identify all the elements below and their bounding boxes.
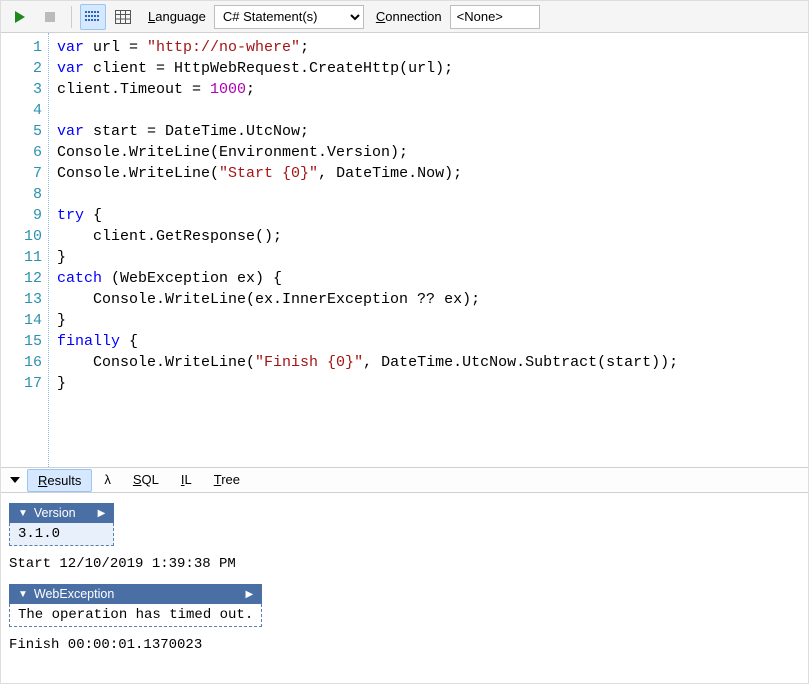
version-result-box[interactable]: ▼ Version ▶ 3.1.0	[9, 503, 114, 546]
exception-header[interactable]: ▼ WebException ▶	[9, 584, 262, 604]
connection-value: <None>	[457, 9, 503, 24]
line-number: 2	[11, 58, 42, 79]
results-tabs: ResultsλSQLILTree	[1, 467, 808, 493]
toolbar: Language C# Statement(s) Connection <Non…	[1, 1, 808, 33]
line-number: 13	[11, 289, 42, 310]
triangle-down-icon: ▼	[18, 589, 28, 600]
line-number-gutter: 1234567891011121314151617	[1, 33, 49, 467]
line-number: 16	[11, 352, 42, 373]
code-line[interactable]: catch (WebException ex) {	[57, 268, 800, 289]
exception-header-label: WebException	[34, 587, 114, 601]
tab-sql[interactable]: SQL	[123, 469, 169, 492]
connection-dropdown[interactable]: <None>	[450, 5, 540, 29]
tab-λ[interactable]: λ	[94, 469, 121, 492]
line-number: 5	[11, 121, 42, 142]
code-line[interactable]: var url = "http://no-where";	[57, 37, 800, 58]
code-line[interactable]: var start = DateTime.UtcNow;	[57, 121, 800, 142]
code-line[interactable]	[57, 100, 800, 121]
code-line[interactable]: Console.WriteLine("Finish {0}", DateTime…	[57, 352, 800, 373]
line-number: 7	[11, 163, 42, 184]
start-output-line: Start 12/10/2019 1:39:38 PM	[9, 556, 800, 572]
code-line[interactable]: client.Timeout = 1000;	[57, 79, 800, 100]
code-line[interactable]: Console.WriteLine(Environment.Version);	[57, 142, 800, 163]
run-button[interactable]	[7, 4, 33, 30]
code-line[interactable]: Console.WriteLine(ex.InnerException ?? e…	[57, 289, 800, 310]
code-line[interactable]: var client = HttpWebRequest.CreateHttp(u…	[57, 58, 800, 79]
code-line[interactable]: }	[57, 310, 800, 331]
code-line[interactable]: }	[57, 247, 800, 268]
toolbar-separator	[71, 6, 72, 28]
tab-il[interactable]: IL	[171, 469, 202, 492]
results-rich-view-button[interactable]	[80, 4, 106, 30]
code-line[interactable]: try {	[57, 205, 800, 226]
line-number: 15	[11, 331, 42, 352]
language-dropdown[interactable]: C# Statement(s)	[214, 5, 364, 29]
code-line[interactable]: Console.WriteLine("Start {0}", DateTime.…	[57, 163, 800, 184]
code-area[interactable]: var url = "http://no-where";var client =…	[49, 33, 808, 467]
tab-tree[interactable]: Tree	[204, 469, 250, 492]
line-number: 11	[11, 247, 42, 268]
code-line[interactable]: finally {	[57, 331, 800, 352]
exception-result-box[interactable]: ▼ WebException ▶ The operation has timed…	[9, 584, 262, 627]
exception-value: The operation has timed out.	[9, 604, 262, 627]
results-grid-view-button[interactable]	[110, 4, 136, 30]
line-number: 6	[11, 142, 42, 163]
version-header[interactable]: ▼ Version ▶	[9, 503, 114, 523]
connection-label: Connection	[376, 9, 442, 24]
line-number: 9	[11, 205, 42, 226]
collapse-results-icon[interactable]	[7, 472, 23, 488]
line-number: 1	[11, 37, 42, 58]
version-value: 3.1.0	[9, 523, 114, 546]
triangle-right-icon: ▶	[82, 508, 106, 519]
code-line[interactable]	[57, 184, 800, 205]
code-line[interactable]: }	[57, 373, 800, 394]
results-panel: ▼ Version ▶ 3.1.0 Start 12/10/2019 1:39:…	[1, 493, 808, 683]
version-header-label: Version	[34, 506, 76, 520]
finish-output-line: Finish 00:00:01.1370023	[9, 637, 800, 653]
code-line[interactable]: client.GetResponse();	[57, 226, 800, 247]
line-number: 10	[11, 226, 42, 247]
language-label: Language	[148, 9, 206, 24]
line-number: 8	[11, 184, 42, 205]
code-editor[interactable]: 1234567891011121314151617 var url = "htt…	[1, 33, 808, 467]
line-number: 17	[11, 373, 42, 394]
stop-button[interactable]	[37, 4, 63, 30]
triangle-right-icon: ▶	[230, 589, 254, 600]
line-number: 3	[11, 79, 42, 100]
line-number: 14	[11, 310, 42, 331]
triangle-down-icon: ▼	[18, 508, 28, 519]
tab-results[interactable]: Results	[27, 469, 92, 492]
line-number: 4	[11, 100, 42, 121]
line-number: 12	[11, 268, 42, 289]
